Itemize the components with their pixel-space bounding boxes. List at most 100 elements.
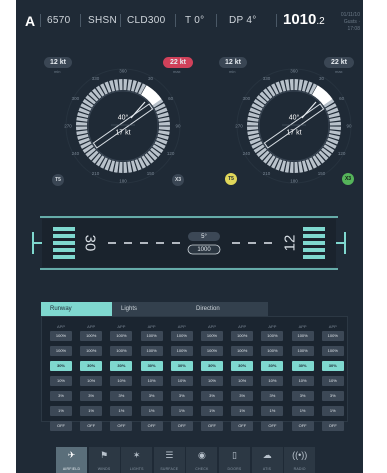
intensity-button[interactable]: 1% [170, 406, 193, 416]
wind-dial-right[interactable]: 360 30 60 90 120 150 180 210 240 270 300 330 40° 17 k… [235, 68, 352, 184]
intensity-button[interactable]: 3% [50, 391, 72, 401]
intensity-button[interactable]: 100% [231, 331, 254, 341]
intensity-button[interactable]: OFF [110, 421, 133, 431]
intensity-button[interactable]: 100% [50, 346, 72, 356]
nav-item-surface[interactable]: ☰ SURFACE [153, 447, 185, 473]
intensity-button[interactable]: OFF [50, 421, 72, 431]
intensity-button[interactable]: 10% [231, 376, 254, 386]
nav-item-winds[interactable]: ⚑ WINDS [88, 447, 120, 473]
intensity-button[interactable]: 1% [231, 406, 254, 416]
divider [216, 14, 217, 27]
intensity-button[interactable]: 100% [140, 331, 163, 341]
intensity-button[interactable]: 100% [201, 331, 223, 341]
intensity-button[interactable]: 100% [80, 331, 103, 341]
nav-item-lights[interactable]: ✶ LIGHTS [121, 447, 153, 473]
intensity-button[interactable]: 3% [110, 391, 133, 401]
dial-tick-segment [298, 161, 304, 173]
intensity-button[interactable]: 10% [261, 376, 284, 386]
intensity-button[interactable]: 10% [170, 376, 193, 386]
intensity-button[interactable]: 10% [201, 376, 223, 386]
intensity-button[interactable]: 100% [110, 331, 133, 341]
intensity-button[interactable]: OFF [80, 421, 103, 431]
intensity-button[interactable]: 1% [261, 406, 284, 416]
intensity-button[interactable]: 30% [110, 361, 133, 371]
divider [175, 14, 176, 27]
intensity-button[interactable]: 1% [291, 406, 314, 416]
intensity-button[interactable]: 100% [321, 346, 344, 356]
intensity-button[interactable]: 1% [321, 406, 344, 416]
intensity-button[interactable]: OFF [321, 421, 344, 431]
intensity-button[interactable]: 100% [291, 346, 314, 356]
intensity-button[interactable]: OFF [170, 421, 193, 431]
intensity-button[interactable]: 3% [140, 391, 163, 401]
intensity-column: APP 100% 100% 30% 10% 3% 1% OFF [140, 323, 163, 436]
dial-tick-segment [289, 161, 294, 173]
intensity-button[interactable]: 3% [291, 391, 314, 401]
intensity-button[interactable]: 100% [201, 346, 223, 356]
compass-label: 360 [290, 69, 298, 74]
nav-item-doors[interactable]: ▯ DOORS [218, 447, 250, 473]
dial-tick-segment [289, 79, 294, 91]
nav-item-check[interactable]: ◉ CHECK [186, 447, 218, 473]
intensity-button[interactable]: 100% [261, 346, 284, 356]
intensity-button[interactable]: OFF [231, 421, 254, 431]
intensity-button[interactable]: 100% [231, 346, 254, 356]
intensity-button[interactable]: 10% [110, 376, 133, 386]
intensity-button[interactable]: OFF [291, 421, 314, 431]
check-icon: ◉ [197, 450, 206, 460]
min-wind-pill-right: 12 kt [219, 57, 247, 68]
intensity-button[interactable]: 10% [80, 376, 103, 386]
intensity-button[interactable]: 100% [170, 331, 193, 341]
intensity-button[interactable]: 1% [110, 406, 133, 416]
intensity-button[interactable]: 1% [140, 406, 163, 416]
intensity-button[interactable]: 100% [140, 346, 163, 356]
intensity-button[interactable]: 10% [50, 376, 72, 386]
intensity-button[interactable]: 3% [231, 391, 254, 401]
nav-item-airfield[interactable]: ✈ AIRFIELD [56, 447, 87, 473]
intensity-button[interactable]: 100% [170, 346, 193, 356]
intensity-button[interactable]: 1% [50, 406, 72, 416]
intensity-button[interactable]: 30% [80, 361, 103, 371]
intensity-button[interactable]: 100% [321, 331, 344, 341]
intensity-button[interactable]: 30% [261, 361, 284, 371]
tab-runway[interactable]: Runway [41, 302, 112, 316]
intensity-button[interactable]: 10% [140, 376, 163, 386]
intensity-button[interactable]: 100% [110, 346, 133, 356]
intensity-button[interactable]: 30% [201, 361, 223, 371]
intensity-button[interactable]: 3% [261, 391, 284, 401]
intensity-button[interactable]: 3% [80, 391, 103, 401]
intensity-button[interactable]: 1% [80, 406, 103, 416]
intensity-button[interactable]: OFF [140, 421, 163, 431]
dial-tick-segment [123, 161, 128, 173]
tab-lights[interactable]: Lights [112, 302, 183, 316]
intensity-button[interactable]: 10% [291, 376, 314, 386]
intensity-button[interactable]: 100% [50, 331, 72, 341]
intensity-button[interactable]: 30% [140, 361, 163, 371]
intensity-button[interactable]: 30% [231, 361, 254, 371]
wind-dial-left[interactable]: 360 30 60 90 120 150 180 210 240 270 300 330 40° 17 k… [64, 68, 181, 184]
compass-label: 30 [319, 76, 325, 81]
intensity-button[interactable]: 30% [321, 361, 344, 371]
divider [80, 14, 81, 27]
intensity-button[interactable]: 10% [321, 376, 344, 386]
intensity-button[interactable]: 30% [291, 361, 314, 371]
intensity-button[interactable]: 3% [201, 391, 223, 401]
intensity-button[interactable]: OFF [201, 421, 223, 431]
dial-tick-segment [329, 121, 341, 126]
intensity-button[interactable]: 100% [80, 346, 103, 356]
dial-tick-segment [247, 130, 259, 136]
nav-item-atis[interactable]: ☁ ATIS [251, 447, 283, 473]
station-code: SHSN [88, 15, 117, 26]
column-header: APP [147, 324, 156, 329]
intensity-button[interactable]: OFF [261, 421, 284, 431]
intensity-button[interactable]: 1% [201, 406, 223, 416]
intensity-button[interactable]: 3% [321, 391, 344, 401]
intensity-button[interactable]: 100% [261, 331, 284, 341]
nav-item-radio[interactable]: ((•)) RADIO [284, 447, 316, 473]
dial-tick-segment [158, 130, 170, 136]
tab-direction[interactable]: Direction [183, 302, 268, 316]
intensity-button[interactable]: 30% [50, 361, 72, 371]
intensity-button[interactable]: 100% [291, 331, 314, 341]
intensity-button[interactable]: 3% [170, 391, 193, 401]
intensity-button[interactable]: 30% [170, 361, 193, 371]
